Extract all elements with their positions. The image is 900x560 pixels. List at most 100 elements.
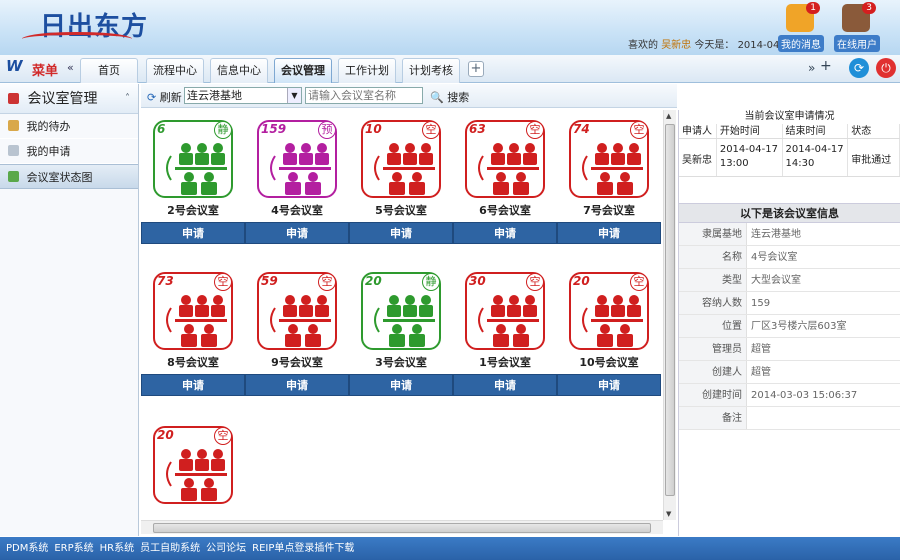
room-info-row: 备注 xyxy=(679,407,900,430)
room-card[interactable]: 73 空 8号会议室 申请 xyxy=(141,272,245,396)
tab-bar: W 菜单 « 首页 流程中心 信息中心 会议管理 工作计划 计划考核 + » +… xyxy=(0,55,900,83)
footer-link[interactable]: HR系统 xyxy=(100,543,134,554)
room-card[interactable]: 10 空 5号会议室 申请 xyxy=(349,120,453,244)
sidebar-title-text: 会议室管理 xyxy=(27,91,98,107)
room-name: 9号会议室 xyxy=(271,356,323,369)
menu-button[interactable]: W 菜单 xyxy=(4,55,66,83)
scroll-up-icon[interactable]: ▲ xyxy=(666,112,671,120)
tab-plan-assessment[interactable]: 计划考核 xyxy=(402,58,460,83)
add-tab-icon[interactable]: + xyxy=(468,61,484,77)
scroll-down-icon[interactable]: ▼ xyxy=(666,510,671,518)
room-card[interactable]: 159 预 4号会议室 申请 xyxy=(245,120,349,244)
tab-work-plan[interactable]: 工作计划 xyxy=(338,58,396,83)
document-icon xyxy=(8,145,19,156)
footer-link[interactable]: REIP单点登录插件下载 xyxy=(252,543,354,554)
my-messages-button[interactable]: 1 我的消息 xyxy=(778,2,824,52)
users-icon: 3 xyxy=(842,2,876,32)
envelope-icon: 1 xyxy=(786,2,820,32)
power-icon[interactable]: ⏻ xyxy=(876,58,896,78)
room-status-tile[interactable]: 20 空 xyxy=(569,272,649,350)
apply-button[interactable]: 申请 xyxy=(141,222,245,244)
room-status-tile[interactable]: 30 空 xyxy=(465,272,545,350)
table-row[interactable]: 吴新忠 2014-04-17 13:00 2014-04-17 14:30 审批… xyxy=(679,139,900,177)
horizontal-scrollbar[interactable] xyxy=(141,520,663,534)
tree-icon xyxy=(8,171,19,182)
room-info-row: 名称 4号会议室 xyxy=(679,246,900,269)
room-status-tile[interactable]: 159 预 xyxy=(257,120,337,198)
tab-home[interactable]: 首页 xyxy=(80,58,138,83)
toolbar: ⟳ 刷新 连云港基地 ▼ 🔍 搜索 xyxy=(141,84,677,108)
menu-label: 菜单 xyxy=(32,64,59,79)
room-card[interactable]: 30 空 1号会议室 申请 xyxy=(453,272,557,396)
apply-button[interactable]: 申请 xyxy=(245,222,349,244)
apply-button[interactable]: 申请 xyxy=(141,374,245,396)
vertical-scrollbar[interactable]: ▲ ▼ xyxy=(663,110,676,520)
meeting-people-icon xyxy=(166,143,227,195)
sidebar-item-room-status[interactable]: 会议室状态图 xyxy=(0,164,138,189)
room-status-tile[interactable]: 63 空 xyxy=(465,120,545,198)
room-name-search-input[interactable] xyxy=(305,87,423,104)
info-key: 位置 xyxy=(679,315,747,337)
apply-button[interactable]: 申请 xyxy=(349,374,453,396)
apply-button[interactable]: 申请 xyxy=(245,374,349,396)
info-value: 2014-03-03 15:06:37 xyxy=(751,390,858,401)
refresh-button[interactable]: ⟳ 刷新 xyxy=(147,89,182,105)
meeting-people-icon xyxy=(374,295,435,347)
footer-link[interactable]: 员工自助系统 xyxy=(140,543,200,554)
add-tab-right-icon[interactable]: + xyxy=(820,58,832,74)
room-card[interactable]: 74 空 7号会议室 申请 xyxy=(557,120,661,244)
tab-meeting-management[interactable]: 会议管理 xyxy=(274,58,332,83)
tab-workflow[interactable]: 流程中心 xyxy=(146,58,204,83)
info-value: 159 xyxy=(751,298,771,309)
room-status-tile[interactable]: 20 空 xyxy=(153,426,233,504)
room-status-tile[interactable]: 74 空 xyxy=(569,120,649,198)
room-status-tile[interactable]: 10 空 xyxy=(361,120,441,198)
search-icon: 🔍 xyxy=(430,91,444,104)
info-value: 超管 xyxy=(751,344,771,355)
scroll-tabs-left-icon[interactable]: « xyxy=(67,61,74,74)
room-info-row: 位置 厂区3号楼六层603室 xyxy=(679,315,900,338)
room-status-tile[interactable]: 59 空 xyxy=(257,272,337,350)
apply-button[interactable]: 申请 xyxy=(453,222,557,244)
room-info-title: 以下是该会议室信息 xyxy=(679,203,900,223)
scrollbar-thumb[interactable] xyxy=(153,523,651,533)
footer-link[interactable]: ERP系统 xyxy=(54,543,93,554)
base-select[interactable]: 连云港基地 ▼ xyxy=(184,87,302,104)
room-status-tile[interactable]: 73 空 xyxy=(153,272,233,350)
search-button[interactable]: 🔍 搜索 xyxy=(430,89,469,105)
room-status-tile[interactable]: 20 静 xyxy=(361,272,441,350)
room-card[interactable]: 6 静 2号会议室 申请 xyxy=(141,120,245,244)
apply-button[interactable]: 申请 xyxy=(557,222,661,244)
scroll-tabs-right-icon[interactable]: » xyxy=(808,61,815,75)
applications-header: 申请人 开始时间 结束时间 状态 xyxy=(679,124,900,139)
room-card[interactable]: 20 空 xyxy=(141,426,245,504)
sidebar-item-todo[interactable]: 我的待办 xyxy=(0,114,138,139)
calendar-icon xyxy=(8,93,19,104)
collapse-icon[interactable]: ˄ xyxy=(125,84,130,114)
room-info-list: 隶属基地 连云港基地 名称 4号会议室 类型 大型会议室 容纳人数 159 位置 厂区3号楼六层6… xyxy=(679,223,900,430)
room-card[interactable]: 20 静 3号会议室 申请 xyxy=(349,272,453,396)
online-users-button[interactable]: 3 在线用户 xyxy=(834,2,880,52)
refresh-icon[interactable]: ⟳ xyxy=(849,58,869,78)
footer-link[interactable]: PDM系统 xyxy=(6,543,48,554)
info-value: 厂区3号楼六层603室 xyxy=(751,321,847,332)
brand-logo: W xyxy=(6,57,23,75)
search-label: 搜索 xyxy=(447,91,470,104)
room-status-badge: 空 xyxy=(630,121,648,139)
apply-button[interactable]: 申请 xyxy=(453,374,557,396)
scrollbar-thumb[interactable] xyxy=(665,124,675,496)
info-key: 管理员 xyxy=(679,338,747,360)
room-card[interactable]: 63 空 6号会议室 申请 xyxy=(453,120,557,244)
apply-button[interactable]: 申请 xyxy=(349,222,453,244)
room-status-tile[interactable]: 6静 xyxy=(153,120,233,198)
meeting-people-icon xyxy=(582,295,643,347)
room-status-badge: 空 xyxy=(422,121,440,139)
sidebar-item-my-applications[interactable]: 我的申请 xyxy=(0,139,138,164)
apply-button[interactable]: 申请 xyxy=(557,374,661,396)
info-key: 隶属基地 xyxy=(679,223,747,245)
room-card[interactable]: 20 空 10号会议室 申请 xyxy=(557,272,661,396)
tab-info-center[interactable]: 信息中心 xyxy=(210,58,268,83)
footer-link[interactable]: 公司论坛 xyxy=(206,543,246,554)
room-card[interactable]: 59 空 9号会议室申请 xyxy=(245,272,349,396)
room-capacity: 73 xyxy=(157,274,174,288)
